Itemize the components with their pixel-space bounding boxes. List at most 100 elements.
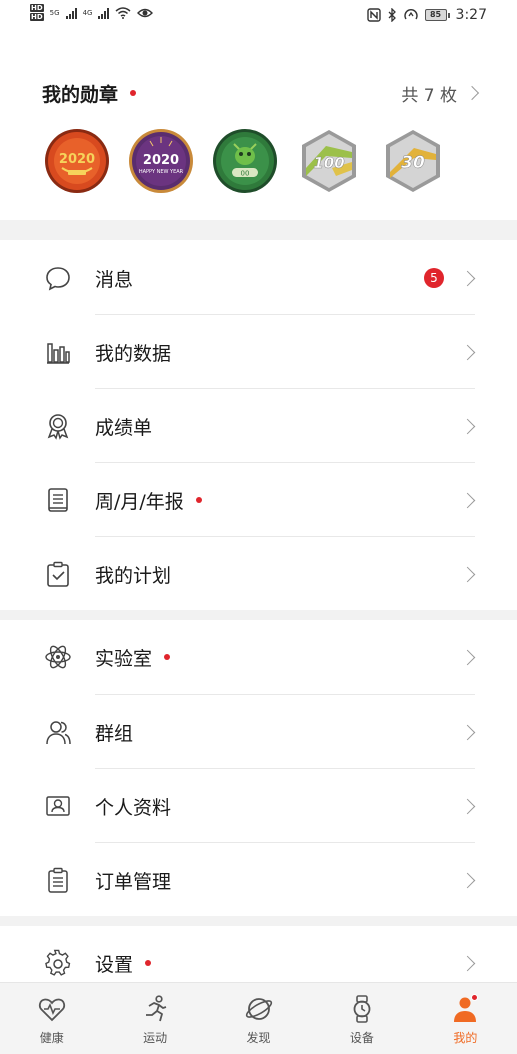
medal-2020-newyear[interactable]: 2020 HAPPY NEW YEAR [128, 128, 194, 194]
medals-title-text: 我的勋章 [42, 83, 119, 106]
battery-icon: 85 [424, 9, 450, 21]
nav-tab-me[interactable]: 我的 [414, 983, 517, 1054]
award-icon [43, 411, 73, 441]
chevron-right-icon [459, 418, 476, 434]
medals-row: 2020 2020 HAPPY NEW YEAR 00 100 30 [44, 128, 446, 194]
list-item-reports[interactable]: 周/月/年报 [0, 463, 517, 537]
nav-tab-discover[interactable]: 发现 [207, 983, 310, 1054]
new-dot [130, 90, 137, 96]
chevron-right-icon [459, 724, 476, 740]
medal-2020-red[interactable]: 2020 [44, 128, 110, 194]
plan-icon [43, 559, 73, 589]
nav-tab-health[interactable]: 健康 [0, 983, 103, 1054]
report-icon [43, 485, 73, 515]
list-item-profile[interactable]: 个人资料 [0, 769, 517, 843]
hd-indicators: HD HD [30, 4, 44, 22]
medal-text: 30 [401, 153, 425, 173]
medal-100[interactable]: 100 [296, 128, 362, 194]
hd-badge: HD [30, 13, 44, 21]
section-separator [0, 610, 517, 620]
eye-icon [137, 8, 154, 18]
profile-card-icon [43, 791, 73, 821]
chevron-right-icon [459, 270, 476, 286]
list-item-label: 设置 [95, 950, 152, 977]
list-item-label: 我的计划 [95, 564, 172, 587]
signal-icon [65, 7, 77, 19]
gear-icon [43, 948, 73, 978]
medal-30[interactable]: 30 [380, 128, 446, 194]
section-separator [0, 220, 517, 240]
list-item-label-text: 周/月/年报 [95, 490, 184, 513]
battery-level: 85 [424, 9, 447, 21]
list-item-label-text: 实验室 [95, 647, 153, 670]
list-item-my-plan[interactable]: 我的计划 [0, 537, 517, 611]
medals-count: 共 7 枚 [401, 85, 457, 106]
chevron-right-icon [459, 872, 476, 888]
chevron-right-icon [459, 492, 476, 508]
bluetooth-icon [388, 8, 396, 22]
hd-badge: HD [30, 4, 44, 12]
medal-text: 100 [313, 154, 344, 172]
new-dot [164, 654, 171, 660]
list-item-messages[interactable]: 消息 5 [0, 241, 517, 315]
nav-tab-exercise[interactable]: 运动 [103, 983, 206, 1054]
signal-icon [98, 7, 110, 19]
list-item-transcript[interactable]: 成绩单 [0, 389, 517, 463]
medal-text: 2020 [143, 153, 179, 168]
new-dot [145, 960, 152, 966]
runner-icon [139, 993, 171, 1025]
chevron-right-icon [464, 85, 480, 101]
unread-badge: 5 [424, 268, 444, 288]
chevron-right-icon [459, 798, 476, 814]
medals-header[interactable]: 我的勋章 共 7 枚 [42, 80, 480, 107]
nav-label: 我的 [453, 1031, 478, 1045]
list-item-label: 我的数据 [95, 342, 172, 365]
list-item-orders[interactable]: 订单管理 [0, 843, 517, 917]
clock: 3:27 [455, 7, 487, 23]
chevron-right-icon [459, 649, 476, 665]
list-item-label: 群组 [95, 722, 134, 745]
nav-label: 健康 [39, 1031, 64, 1045]
chevron-right-icon [459, 955, 476, 971]
status-bar: HD HD 5G 4G 85 3:27 [0, 0, 517, 34]
medal-text: 2020 [59, 152, 95, 167]
rotation-icon [403, 9, 418, 20]
nav-label: 发现 [246, 1031, 271, 1045]
medals-title: 我的勋章 [42, 80, 137, 107]
list-item-label: 消息 [95, 268, 134, 291]
bottom-navigation: 健康 运动 发现 设备 我的 [0, 982, 517, 1054]
list-item-label-text: 设置 [95, 953, 134, 976]
list-item-lab[interactable]: 实验室 [0, 620, 517, 694]
nfc-icon [366, 8, 381, 22]
network-4g-label: 4G [82, 9, 93, 17]
list-item-label: 订单管理 [95, 870, 172, 893]
medals-count-link[interactable]: 共 7 枚 [401, 81, 480, 106]
wifi-icon [115, 7, 131, 19]
section-separator [0, 916, 517, 926]
chevron-right-icon [459, 344, 476, 360]
message-icon [43, 263, 73, 293]
status-right: 85 3:27 [366, 7, 487, 23]
medal-subtext: HAPPY NEW YEAR [139, 169, 184, 175]
bar-chart-icon [43, 337, 73, 367]
person-icon [449, 993, 481, 1025]
list-item-groups[interactable]: 群组 [0, 695, 517, 769]
list-item-label: 周/月/年报 [95, 487, 202, 514]
nav-tab-devices[interactable]: 设备 [310, 983, 413, 1054]
heart-icon [36, 993, 68, 1025]
list-item-label: 个人资料 [95, 796, 172, 819]
status-left: HD HD 5G 4G [30, 4, 154, 22]
nav-label: 设备 [349, 1031, 374, 1045]
medal-text: 00 [241, 170, 250, 178]
atom-icon [43, 642, 73, 672]
list-item-label: 成绩单 [95, 416, 153, 439]
watch-icon [346, 993, 378, 1025]
network-5g-label: 5G [49, 9, 60, 17]
medal-green[interactable]: 00 [212, 128, 278, 194]
list-item-label: 实验室 [95, 644, 171, 671]
medals-section: 我的勋章 共 7 枚 2020 2020 HAPPY NEW YEAR 00 1… [0, 60, 517, 220]
order-icon [43, 865, 73, 895]
list-item-my-data[interactable]: 我的数据 [0, 315, 517, 389]
nav-label: 运动 [143, 1031, 168, 1045]
planet-icon [243, 993, 275, 1025]
